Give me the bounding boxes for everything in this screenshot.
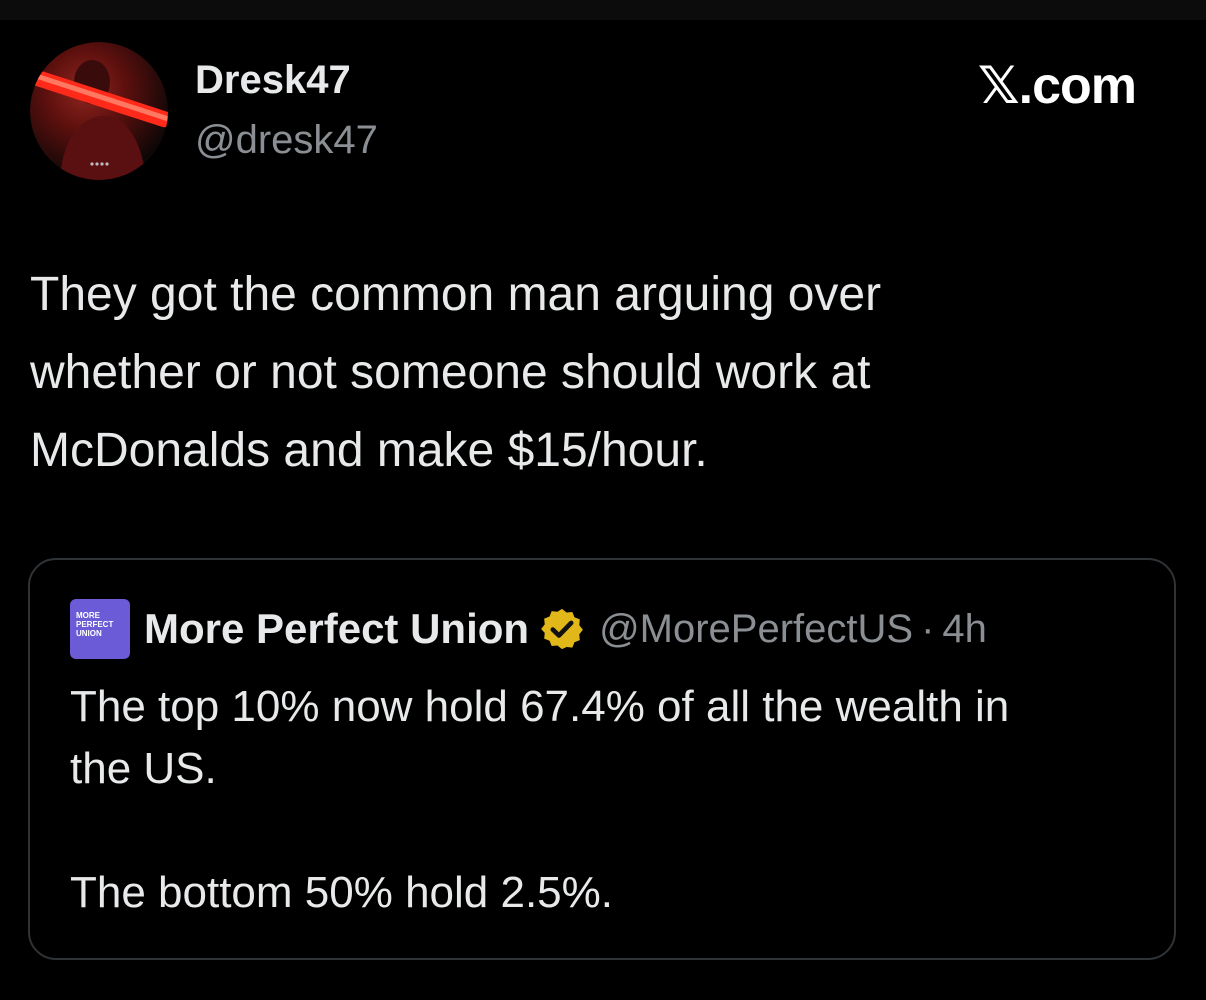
quoted-text-line: The bottom 50% hold 2.5%.	[70, 868, 613, 917]
tweet-text-line: They got the common man arguing over	[30, 268, 882, 321]
quoted-tweet-text: The top 10% now hold 67.4% of all the we…	[70, 676, 1150, 924]
quoted-tweet-card[interactable]: MORE PERFECT UNION More Perfect Union @M…	[28, 558, 1176, 960]
quoted-account-handle[interactable]: @MorePerfectUS	[599, 607, 913, 652]
author-display-name[interactable]: Dresk47	[195, 56, 351, 104]
quoted-account-name[interactable]: More Perfect Union	[144, 605, 529, 653]
quoted-tweet-timestamp[interactable]: 4h	[942, 607, 987, 652]
x-logo: 𝕏.com	[977, 57, 1137, 115]
tweet-text-line: whether or not someone should work at	[30, 346, 871, 399]
tweet-text: They got the common man arguing over whe…	[30, 256, 1180, 490]
quoted-account-avatar[interactable]: MORE PERFECT UNION	[70, 599, 130, 659]
author-handle[interactable]: @dresk47	[195, 116, 378, 164]
quoted-text-line: The top 10% now hold 67.4% of all the we…	[70, 682, 1010, 731]
status-strip	[0, 0, 1206, 20]
verified-badge-icon	[541, 608, 583, 650]
header-separator: ·	[921, 606, 935, 651]
profile-avatar-icon[interactable]	[30, 42, 168, 180]
tweet-text-line: McDonalds and make $15/hour.	[30, 424, 708, 477]
quoted-text-line: the US.	[70, 744, 217, 793]
quoted-account-logo-text: MORE PERFECT UNION	[76, 611, 114, 638]
quoted-tweet-header: MORE PERFECT UNION More Perfect Union @M…	[70, 598, 987, 660]
